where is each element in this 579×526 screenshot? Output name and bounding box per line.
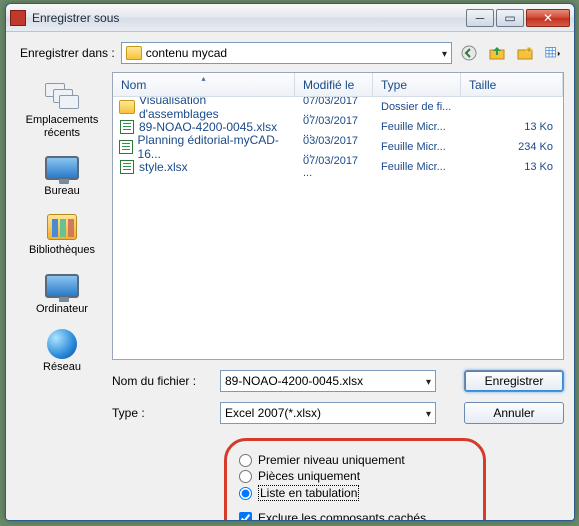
chevron-down-icon <box>426 374 431 388</box>
window-title: Enregistrer sous <box>32 11 464 25</box>
place-libraries[interactable]: Bibliothèques <box>15 206 109 263</box>
filename-label: Nom du fichier : <box>112 374 212 388</box>
file-name: style.xlsx <box>139 160 188 174</box>
app-icon <box>10 10 26 26</box>
file-list[interactable]: ▴Nom Modifié le Type Taille Visualisatio… <box>112 72 564 360</box>
place-network[interactable]: Réseau <box>15 323 109 380</box>
save-in-label: Enregistrer dans : <box>20 46 115 60</box>
folder-icon <box>119 99 135 115</box>
type-combo[interactable]: Excel 2007(*.xlsx) <box>220 402 436 424</box>
column-headers[interactable]: ▴Nom Modifié le Type Taille <box>113 73 563 97</box>
radio-tab-list[interactable]: Liste en tabulation <box>239 485 449 501</box>
save-button[interactable]: Enregistrer <box>464 370 564 392</box>
view-menu-button[interactable] <box>542 42 564 64</box>
file-name: 89-NOAO-4200-0045.xlsx <box>139 120 277 134</box>
file-type: Dossier de fi... <box>373 101 461 113</box>
col-name[interactable]: ▴Nom <box>113 73 295 96</box>
export-options-group: Premier niveau uniquement Pièces uniquem… <box>224 438 486 521</box>
cancel-button[interactable]: Annuler <box>464 402 564 424</box>
filename-row: Nom du fichier : 89-NOAO-4200-0045.xlsx … <box>112 370 564 392</box>
close-button[interactable]: ✕ <box>526 9 570 27</box>
location-value: contenu mycad <box>146 46 227 60</box>
col-type[interactable]: Type <box>373 73 461 96</box>
new-folder-button[interactable] <box>514 42 536 64</box>
folder-icon <box>126 46 142 60</box>
file-size: 234 Ko <box>461 141 563 153</box>
radio-parts-only[interactable]: Pièces uniquement <box>239 469 449 483</box>
dialog-body: Enregistrer dans : contenu mycad <box>6 32 574 520</box>
type-label: Type : <box>112 406 212 420</box>
location-combo[interactable]: contenu mycad <box>121 42 452 64</box>
check-exclude-hidden[interactable]: Exclure les composants cachés <box>239 511 449 521</box>
filename-input[interactable]: 89-NOAO-4200-0045.xlsx <box>220 370 436 392</box>
type-row: Type : Excel 2007(*.xlsx) Annuler <box>112 402 564 424</box>
excel-icon <box>119 159 135 175</box>
excel-icon <box>119 139 134 155</box>
file-type: Feuille Micr... <box>373 141 461 153</box>
file-date: 07/03/2017 ... <box>295 155 373 179</box>
file-size: 13 Ko <box>461 121 563 133</box>
place-desktop[interactable]: Bureau <box>15 147 109 204</box>
file-row[interactable]: style.xlsx 07/03/2017 ...Feuille Micr...1… <box>113 157 563 177</box>
save-as-dialog: Enregistrer sous ─ ▭ ✕ Enregistrer dans … <box>5 3 575 521</box>
place-computer[interactable]: Ordinateur <box>15 265 109 322</box>
place-recent[interactable]: Emplacements récents <box>15 76 109 145</box>
places-sidebar: Emplacements récents Bureau Bibliothèque… <box>12 72 112 521</box>
chevron-down-icon <box>442 46 447 60</box>
file-row[interactable]: Planning éditorial-myCAD-16...03/03/2017… <box>113 137 563 157</box>
maximize-button[interactable]: ▭ <box>496 9 524 27</box>
radio-first-level[interactable]: Premier niveau uniquement <box>239 453 449 467</box>
minimize-button[interactable]: ─ <box>466 9 494 27</box>
back-button[interactable] <box>458 42 480 64</box>
file-name: Visualisation d'assemblages <box>139 97 287 121</box>
location-row: Enregistrer dans : contenu mycad <box>20 42 564 64</box>
file-size: 13 Ko <box>461 161 563 173</box>
chevron-down-icon <box>426 406 431 420</box>
up-one-level-button[interactable] <box>486 42 508 64</box>
file-type: Feuille Micr... <box>373 161 461 173</box>
col-date[interactable]: Modifié le <box>295 73 373 96</box>
file-type: Feuille Micr... <box>373 121 461 133</box>
col-size[interactable]: Taille <box>461 73 563 96</box>
file-name: Planning éditorial-myCAD-16... <box>138 133 287 161</box>
titlebar[interactable]: Enregistrer sous ─ ▭ ✕ <box>6 4 574 32</box>
file-row[interactable]: Visualisation d'assemblages07/03/2017 ..… <box>113 97 563 117</box>
